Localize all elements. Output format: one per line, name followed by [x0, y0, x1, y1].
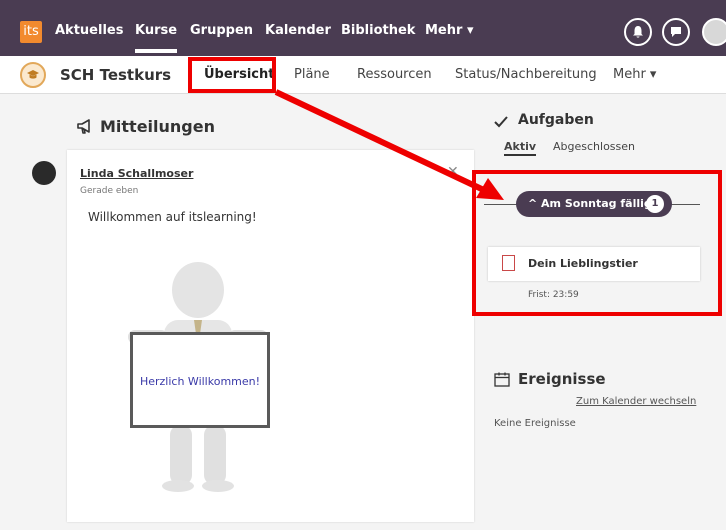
task-due: Frist: 23:59	[528, 290, 579, 300]
tab-aktiv[interactable]: Aktiv	[504, 140, 537, 156]
document-icon	[502, 255, 515, 271]
due-group-toggle[interactable]: ^ Am Sonntag fällig 1	[516, 191, 672, 217]
due-count-badge: 1	[646, 195, 664, 213]
tasks-title: Aufgaben	[518, 112, 594, 128]
chevron-up-icon: ^	[528, 197, 542, 210]
check-icon	[494, 113, 508, 132]
due-group-label: Am Sonntag fällig	[541, 197, 652, 210]
calendar-link[interactable]: Zum Kalender wechseln	[576, 396, 696, 407]
events-title: Ereignisse	[518, 370, 606, 388]
no-events-text: Keine Ereignisse	[494, 418, 576, 429]
tab-abgeschlossen[interactable]: Abgeschlossen	[553, 140, 635, 153]
task-card[interactable]: Dein Lieblingstier	[488, 247, 700, 281]
task-title[interactable]: Dein Lieblingstier	[528, 257, 638, 270]
calendar-icon	[494, 372, 510, 391]
